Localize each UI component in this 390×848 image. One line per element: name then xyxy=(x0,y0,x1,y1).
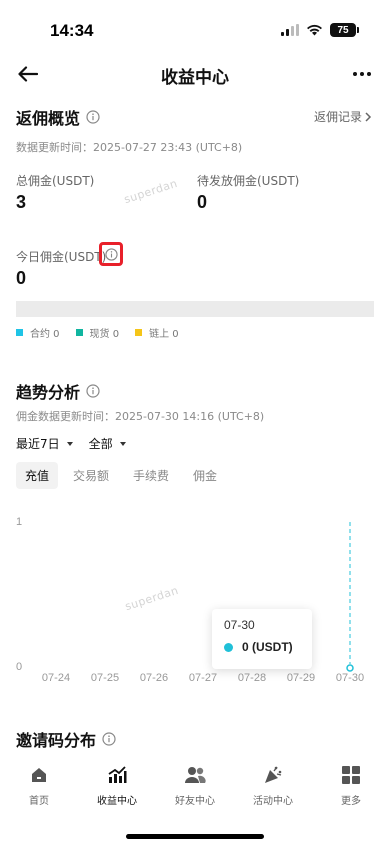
bottom-nav-label: 首页 xyxy=(29,796,49,807)
caret-down-icon xyxy=(119,441,126,446)
friends-icon xyxy=(184,764,206,786)
bottom-nav-label: 更多 xyxy=(341,796,361,807)
bottom-nav-friends[interactable]: 好友中心 xyxy=(156,755,234,815)
y-tick-label: 0 xyxy=(16,661,23,673)
bottom-nav-home[interactable]: 首页 xyxy=(0,755,78,815)
type-dropdown-value: 全部 xyxy=(88,437,113,451)
status-time: 14:34 xyxy=(50,21,94,40)
type-dropdown[interactable]: 全部 xyxy=(89,435,126,452)
trend-section-title: 趋势分析 xyxy=(16,379,100,403)
range-dropdown[interactable]: 最近7日 xyxy=(16,435,73,452)
overview-updated-time: 数据更新时间：2025-07-27 23:43 (UTC+8) xyxy=(16,141,243,154)
x-tick-label: 07-25 xyxy=(90,672,120,684)
invite-title: 邀请码分布 xyxy=(16,731,97,750)
watermark: superdan xyxy=(122,176,180,207)
today-commission-value: 0 xyxy=(16,268,27,288)
x-tick-label: 07-24 xyxy=(41,672,71,684)
x-tick-label: 07-30 xyxy=(335,672,365,684)
tab-commission[interactable]: 佣金 xyxy=(184,462,226,489)
overview-title: 返佣概览 xyxy=(16,109,81,128)
nav-bar: 收益中心 xyxy=(0,56,390,92)
rebate-records-link[interactable]: 返佣记录 xyxy=(314,108,372,125)
overview-section-title: 返佣概览 xyxy=(16,105,100,129)
trend-tabs: 充值 交易额 手续费 佣金 xyxy=(16,462,226,489)
legend-label: 合约 0 xyxy=(30,329,60,340)
total-commission-label: 总佣金(USDT) xyxy=(16,174,95,188)
tooltip-value: 0 (USDT) xyxy=(242,640,293,654)
range-dropdown-value: 最近7日 xyxy=(16,437,60,451)
trend-filters: 最近7日 全部 xyxy=(16,435,126,452)
legend-label: 现货 0 xyxy=(89,329,120,340)
x-tick-label: 07-28 xyxy=(237,672,267,684)
bottom-nav-more[interactable]: 更多 xyxy=(312,755,390,815)
total-commission-value: 3 xyxy=(16,192,27,212)
bottom-nav-label: 活动中心 xyxy=(253,796,293,807)
info-icon[interactable] xyxy=(102,732,116,746)
today-commission-info-button[interactable] xyxy=(99,242,123,266)
x-tick-label: 07-27 xyxy=(188,672,218,684)
party-icon xyxy=(262,764,284,786)
invite-section-title: 邀请码分布 xyxy=(16,727,116,751)
legend-label: 链上 0 xyxy=(149,329,179,340)
tab-deposit[interactable]: 充值 xyxy=(16,462,59,489)
info-icon[interactable] xyxy=(86,384,100,398)
legend-swatch xyxy=(16,329,23,336)
tooltip-series-dot xyxy=(224,642,233,652)
legend-swatch xyxy=(135,329,143,336)
legend-item-contract: 合约 0 xyxy=(16,325,60,340)
info-icon xyxy=(104,247,118,261)
bottom-nav-activity[interactable]: 活动中心 xyxy=(234,755,312,815)
legend-item-spot: 现货 0 xyxy=(75,325,120,340)
y-tick-label: 1 xyxy=(16,516,23,528)
bottom-nav-label: 收益中心 xyxy=(97,796,137,807)
data-point xyxy=(346,664,354,672)
home-icon xyxy=(28,764,50,786)
bottom-nav-label: 好友中心 xyxy=(175,796,215,807)
bottom-nav-earnings[interactable]: 收益中心 xyxy=(78,755,156,815)
battery-level: 75 xyxy=(337,24,349,36)
caret-down-icon xyxy=(66,441,73,446)
tooltip-date: 07-30 xyxy=(224,618,255,632)
battery-indicator: 75 xyxy=(330,23,359,37)
page-title: 收益中心 xyxy=(161,68,229,88)
legend-swatch xyxy=(75,329,83,336)
chart-tooltip: 07-30 0 (USDT) xyxy=(212,609,312,669)
tooltip-row: 0 (USDT) xyxy=(224,640,300,654)
watermark: superdan xyxy=(123,583,181,614)
x-tick-label: 07-26 xyxy=(139,672,169,684)
chevron-right-icon xyxy=(365,111,372,122)
trend-title: 趋势分析 xyxy=(16,383,81,402)
more-dots-icon xyxy=(353,72,371,76)
info-icon[interactable] xyxy=(86,110,100,124)
status-bar: 14:34 75 xyxy=(0,0,390,52)
status-icons: 75 xyxy=(281,23,359,37)
x-tick-label: 07-29 xyxy=(286,672,316,684)
commission-legend: 合约 0 现货 0 链上 0 xyxy=(16,325,179,340)
tab-volume[interactable]: 交易额 xyxy=(64,462,118,489)
more-button[interactable] xyxy=(348,60,376,88)
trend-updated-time: 佣金数据更新时间：2025-07-30 14:16 (UTC+8) xyxy=(16,410,265,423)
grid-icon xyxy=(340,764,362,786)
today-commission-label: 今日佣金(USDT) xyxy=(16,250,107,264)
commission-distribution-bar xyxy=(16,301,374,317)
wifi-icon xyxy=(307,24,322,36)
pending-commission-label: 待发放佣金(USDT) xyxy=(197,174,300,188)
legend-item-onchain: 链上 0 xyxy=(135,325,179,340)
bottom-nav: 首页 收益中心 好友中心 活动中心 更多 xyxy=(0,755,390,815)
signal-icon xyxy=(281,24,299,36)
rebate-records-label: 返佣记录 xyxy=(313,110,362,124)
home-indicator xyxy=(126,834,264,839)
pending-commission-value: 0 xyxy=(197,192,208,212)
tab-fees[interactable]: 手续费 xyxy=(124,462,178,489)
earnings-chart-icon xyxy=(106,764,128,786)
